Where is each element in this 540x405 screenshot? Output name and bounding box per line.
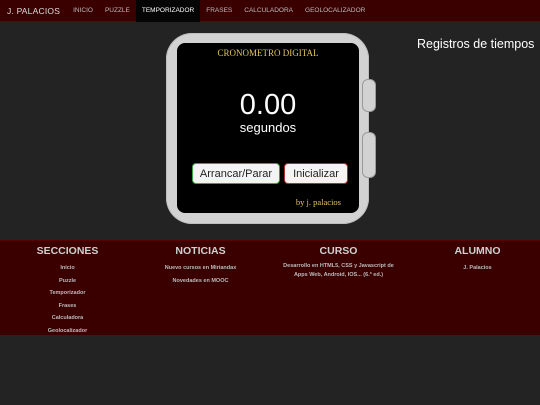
nav-item-puzzle[interactable]: PUZZLE xyxy=(99,0,136,22)
watch-screen: CRONOMETRO DIGITAL 0.00 segundos Arranca… xyxy=(177,43,359,213)
watch-crown-top xyxy=(362,79,376,112)
nav-item-geolocalizador[interactable]: GEOLOCALIZADOR xyxy=(299,0,371,22)
secciones-heading: SECCIONES xyxy=(36,245,99,257)
start-stop-button[interactable]: Arrancar/Parar xyxy=(192,163,280,184)
navbar: J. PALACIOS INICIO PUZZLE TEMPORIZADOR F… xyxy=(0,0,540,22)
elapsed-time: 0.00 xyxy=(239,89,297,121)
stopwatch-title: CRONOMETRO DIGITAL xyxy=(217,48,319,58)
nav-item-frases[interactable]: FRASES xyxy=(200,0,238,22)
author-signature: by j. palacios xyxy=(295,197,341,207)
footer-link-geolocalizador[interactable]: Geolocalizador xyxy=(0,325,135,338)
student-name: J. Palacios xyxy=(463,265,492,271)
watch-crown-bottom xyxy=(362,132,376,178)
records-title: Registros de tiempos xyxy=(417,37,535,51)
footer: SECCIONES Inicio Puzzle Temporizador Fra… xyxy=(0,240,540,335)
footer-link-calculadora[interactable]: Calculadora xyxy=(0,312,135,325)
footer-link-temporizador[interactable]: Temporizador xyxy=(0,287,135,300)
footer-alumno: ALUMNO J. Palacios xyxy=(410,244,540,275)
alumno-heading: ALUMNO xyxy=(454,245,501,257)
nav-item-inicio[interactable]: INICIO xyxy=(67,0,99,22)
footer-curso: CURSO Desarrollo en HTML5, CSS y Javascr… xyxy=(271,244,406,279)
nav-item-temporizador[interactable]: TEMPORIZADOR xyxy=(135,0,201,22)
footer-link-inicio[interactable]: Inicio xyxy=(0,262,135,275)
footer-link-puzzle[interactable]: Puzzle xyxy=(0,275,135,288)
footer-link-frases[interactable]: Frases xyxy=(0,300,135,313)
footer-noticias: NOTICIAS Nuevo cursos en Miriandax Noved… xyxy=(133,244,268,287)
reset-button[interactable]: Inicializar xyxy=(284,163,348,184)
noticias-heading: NOTICIAS xyxy=(175,245,226,257)
nav-item-calculadora[interactable]: CALCULADORA xyxy=(238,0,299,22)
curso-heading: CURSO xyxy=(319,245,358,257)
time-unit: segundos xyxy=(239,120,297,135)
course-description: Desarrollo en HTML5, CSS y Javascript de… xyxy=(283,263,394,278)
news-link-miriandax[interactable]: Nuevo cursos en Miriandax xyxy=(133,262,268,275)
brand-link[interactable]: J. PALACIOS xyxy=(0,6,67,16)
footer-secciones: SECCIONES Inicio Puzzle Temporizador Fra… xyxy=(0,244,135,338)
news-link-mooc[interactable]: Novedades en MOOC xyxy=(133,275,268,288)
